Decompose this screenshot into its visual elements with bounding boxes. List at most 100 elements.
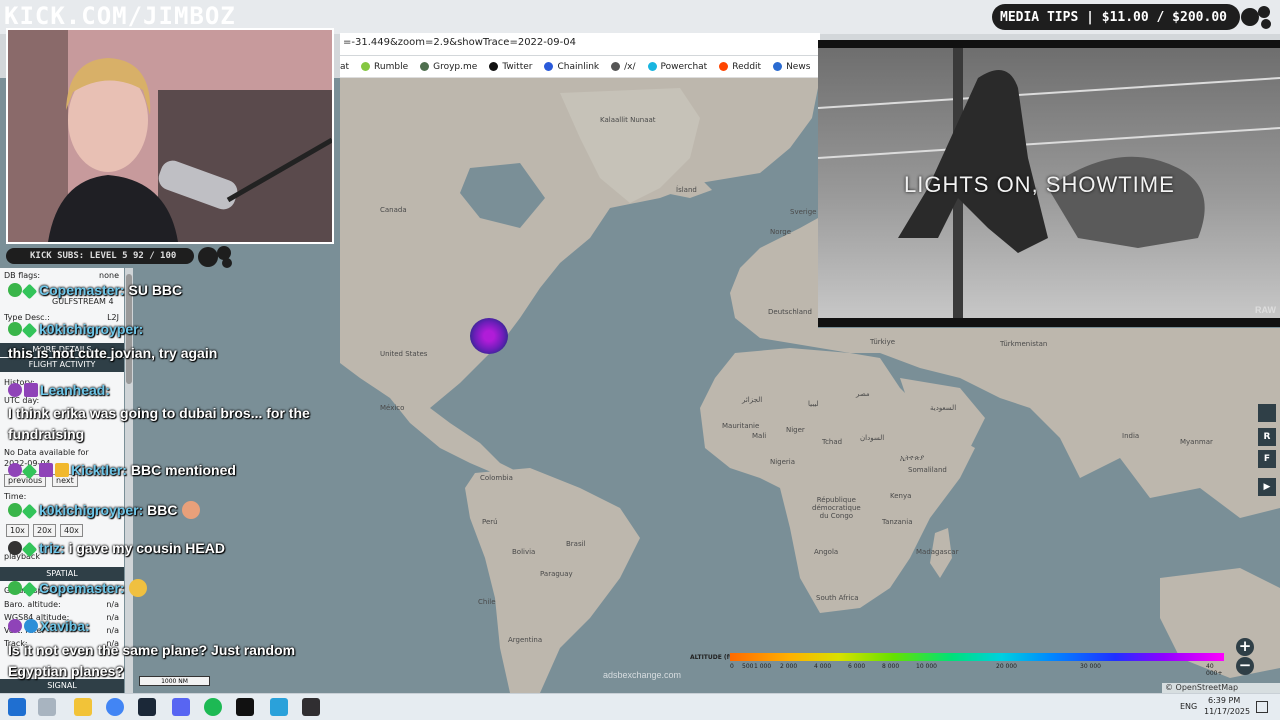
altitude-tick: 2 000 xyxy=(780,663,798,670)
notification-icon[interactable] xyxy=(1256,701,1268,713)
altitude-legend: ALTITUDE (ft) 0 500 1 000 2 000 4 000 6 000 8 … xyxy=(690,652,1230,677)
label-paraguay: Paraguay xyxy=(540,570,573,578)
windows-taskbar: ENG 6:39 PM 11/17/2025 xyxy=(0,693,1280,720)
aircraft-trace-marker[interactable] xyxy=(470,318,508,354)
label-madagascar: Madagascar xyxy=(916,548,959,556)
chat-username: Copemaster: xyxy=(39,580,125,596)
bookmark-label: News xyxy=(786,61,811,72)
x-twitter-icon xyxy=(489,62,499,71)
chainlink-icon xyxy=(544,62,554,71)
altitude-title: ALTITUDE (ft) xyxy=(690,654,735,661)
mod-badge-icon xyxy=(8,322,22,336)
terminal-icon[interactable] xyxy=(236,698,254,716)
altitude-tick: 500 xyxy=(742,663,754,670)
powerchat-icon xyxy=(647,62,657,71)
chat-message-line: fundraising xyxy=(8,426,84,442)
video-caption: LIGHTS ON, SHOWTIME xyxy=(904,172,1175,197)
spotify-icon[interactable] xyxy=(204,698,222,716)
clock-date[interactable]: 11/17/2025 xyxy=(1204,707,1250,716)
mod-badge-icon xyxy=(8,503,22,517)
bookmark-label: Reddit xyxy=(732,61,762,72)
diamond-badge-icon xyxy=(21,503,38,520)
zoom-out-button[interactable]: − xyxy=(1236,657,1254,675)
label-sudan: السودان xyxy=(860,434,885,442)
file-explorer-icon[interactable] xyxy=(74,698,92,716)
altitude-tick: 8 000 xyxy=(882,663,900,670)
adsb-watermark: adsbexchange.com xyxy=(603,670,681,680)
bookmark-label: Chainlink xyxy=(557,61,600,72)
chat-message-line: this is not cute jovian, try again xyxy=(8,345,217,361)
label-nigeria: Nigeria xyxy=(770,458,796,466)
face-emote-icon xyxy=(181,501,200,519)
bookmark-item[interactable]: News xyxy=(773,62,810,72)
bookmark-item[interactable]: /x/ xyxy=(611,62,636,72)
altitude-tick: 6 000 xyxy=(848,663,866,670)
bookmark-item[interactable]: Twitter xyxy=(489,62,532,72)
diamond-badge-icon xyxy=(21,283,38,300)
label-argentina: Argentina xyxy=(508,636,543,644)
video-player[interactable]: LIGHTS ON, SHOWTIME RAW xyxy=(818,40,1280,327)
kick-subs-text: KICK SUBS: LEVEL 5 92 / 100 xyxy=(30,251,177,261)
kick-channel-logo: KICK.COM/JIMBOZ xyxy=(4,2,236,30)
chat-message: Xaviba: xyxy=(8,618,90,634)
label-tchad: Tchad xyxy=(822,438,843,446)
altitude-tick: 0 xyxy=(730,663,734,670)
chat-text: SU BBC xyxy=(128,282,183,298)
sword-badge-icon xyxy=(24,619,38,633)
altitude-tick: 30 000 xyxy=(1080,663,1101,670)
altitude-tick: 40 000+ xyxy=(1206,663,1223,677)
replay-icon[interactable]: ▶ xyxy=(1258,478,1276,496)
map-layer-button[interactable] xyxy=(1258,404,1276,422)
sunglasses-emote-icon xyxy=(128,579,147,597)
chat-overlay: Copemaster: SU BBC k0kichigroyper: this … xyxy=(0,276,340,696)
bookmark-item[interactable]: Powerchat xyxy=(647,62,707,72)
south-america-land xyxy=(465,468,640,693)
clock-time[interactable]: 6:39 PM xyxy=(1208,696,1240,705)
label-egypt: مصر xyxy=(856,390,870,398)
gift-badge-icon xyxy=(39,463,53,477)
steam-icon[interactable] xyxy=(138,698,156,716)
news-icon xyxy=(773,62,783,71)
label-niger: Niger xyxy=(786,426,805,434)
bookmark-item[interactable]: Chainlink xyxy=(544,62,599,72)
chat-username: Leanhead: xyxy=(40,382,111,398)
sub-badge-icon xyxy=(8,619,22,633)
kick-subs-goal: KICK SUBS: LEVEL 5 92 / 100 xyxy=(6,248,194,264)
altitude-tick: 20 000 xyxy=(996,663,1017,670)
label-chile: Chile xyxy=(478,598,496,606)
label-saudi: السعودية xyxy=(930,404,957,412)
zoom-in-button[interactable]: + xyxy=(1236,638,1254,656)
chat-text: Is it not even the same plane? Just rand… xyxy=(8,642,296,658)
diamond-badge-icon xyxy=(21,541,38,558)
bookmark-item[interactable]: Groyp.me xyxy=(420,62,477,72)
bookmark-item[interactable]: Rumble xyxy=(361,62,408,72)
language-indicator[interactable]: ENG xyxy=(1180,702,1197,711)
kick-logo-text: KICK.COM/JIMBOZ xyxy=(4,2,236,30)
label-rdc: République démocratique du Congo xyxy=(812,496,861,520)
label-mali: Mali xyxy=(752,432,767,440)
groyp-icon xyxy=(420,62,430,71)
chat-message-line: Egyptian planes? xyxy=(8,663,124,679)
bookmark-item[interactable]: Reddit xyxy=(719,62,761,72)
chat-username: triz: xyxy=(39,540,65,556)
label-sverige: Sverige xyxy=(790,208,817,216)
bookmark-label: Rumble xyxy=(374,61,409,72)
chrome-icon[interactable] xyxy=(106,698,124,716)
address-bar[interactable]: =-31.449&zoom=2.9&showTrace=2022-09-04 xyxy=(340,33,820,55)
system-tray: ENG 6:39 PM 11/17/2025 xyxy=(1160,694,1280,720)
map-r-button[interactable]: R xyxy=(1258,428,1276,446)
altitude-tick: 1 000 xyxy=(754,663,772,670)
windows-start-icon[interactable] xyxy=(8,698,26,716)
task-view-icon[interactable] xyxy=(38,698,56,716)
chat-text: Egyptian planes? xyxy=(8,663,124,679)
telegram-icon[interactable] xyxy=(270,698,288,716)
map-f-button[interactable]: F xyxy=(1258,450,1276,468)
mod-badge-icon xyxy=(8,283,22,297)
label-somaliland: Somaliland xyxy=(908,466,947,474)
bookmark-item[interactable]: at xyxy=(340,62,349,72)
discord-icon[interactable] xyxy=(172,698,190,716)
obs-icon[interactable] xyxy=(302,698,320,716)
chat-message: k0kichigroyper: xyxy=(8,321,143,339)
bookmark-label: at xyxy=(340,61,350,72)
label-tanzania: Tanzania xyxy=(882,518,913,526)
